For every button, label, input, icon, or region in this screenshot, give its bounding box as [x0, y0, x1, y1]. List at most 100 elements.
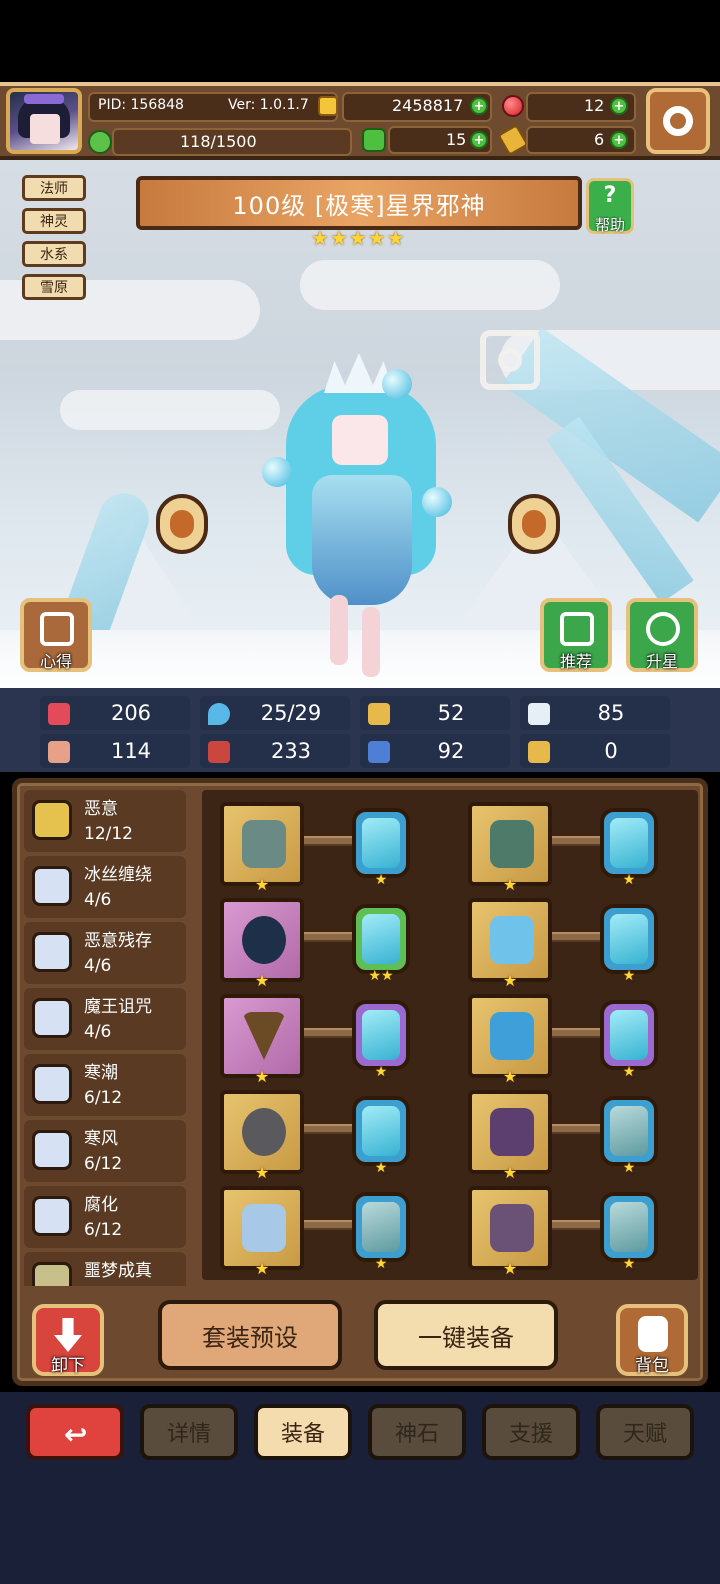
gem-slot[interactable]: ★	[352, 1000, 410, 1080]
tag-terrain: 雪原	[22, 274, 86, 300]
gold-coin-icon	[318, 96, 338, 116]
red-gem-icon	[502, 95, 524, 117]
hero-sprite[interactable]	[262, 345, 462, 677]
equip-slot-ring[interactable]: ★	[220, 1090, 304, 1182]
unequip-label: 卸下	[51, 1356, 85, 1376]
backpack-icon	[638, 1316, 668, 1352]
slot-link	[552, 932, 602, 942]
gem-slot[interactable]: ★	[600, 808, 658, 888]
key-add-button[interactable]: +	[610, 131, 628, 149]
equip-slot-belt[interactable]: ★	[468, 1090, 552, 1182]
help-label: 帮助	[594, 216, 625, 234]
horseshoe-icon	[528, 741, 550, 763]
question-icon: ?	[603, 183, 617, 208]
gold-add-button[interactable]: +	[470, 97, 488, 115]
heart-icon	[48, 703, 70, 725]
slot-link	[304, 1124, 354, 1134]
equip-slot-cloak[interactable]: ★	[468, 802, 552, 894]
gem-slot[interactable]: ★	[600, 1096, 658, 1176]
set-emblem-icon	[32, 932, 72, 972]
tab-god-stone[interactable]: 神石	[368, 1404, 466, 1460]
set-emblem-icon	[32, 866, 72, 906]
equip-slot-gloves[interactable]: ★	[468, 994, 552, 1086]
next-hero-button[interactable]	[508, 494, 560, 554]
red-gem-amount: 12	[584, 96, 605, 115]
slot-link	[304, 932, 354, 942]
set-bonus-list[interactable]: 恶意 12/12 冰丝缠绕 4/6 恶意残存 4/6 魔王诅咒 4/6 寒潮 6/12 寒…	[24, 790, 188, 1286]
gem-slot[interactable]: ★	[352, 1192, 410, 1272]
slot-link	[552, 1124, 602, 1134]
set-item[interactable]: 腐化 6/12	[24, 1186, 186, 1248]
notes-label: 心得	[39, 652, 72, 671]
shield-icon	[368, 703, 390, 725]
recommend-button[interactable]: 推荐	[540, 598, 612, 672]
tab-talent[interactable]: 天赋	[596, 1404, 694, 1460]
star-icon: ★	[386, 226, 405, 250]
equip-slot-staff[interactable]: ★	[220, 802, 304, 894]
equip-slot-necklace[interactable]: ★	[220, 994, 304, 1086]
red-gem-add-button[interactable]: +	[610, 97, 628, 115]
set-item[interactable]: 冰丝缠绕 4/6	[24, 856, 186, 918]
tag-race: 神灵	[22, 208, 86, 234]
set-emblem-icon	[32, 1262, 72, 1286]
set-item[interactable]: 噩梦成真	[24, 1252, 186, 1286]
key-amount: 6	[594, 130, 605, 149]
equip-slot-boots[interactable]: ★	[468, 1186, 552, 1278]
star-icon: ★	[367, 226, 386, 250]
necklace-icon	[242, 1012, 286, 1060]
robe-icon	[490, 916, 534, 964]
set-emblem-icon	[32, 1196, 72, 1236]
gem-slot[interactable]: ★	[352, 808, 410, 888]
help-button[interactable]: ? 帮助	[586, 178, 634, 234]
fist-icon	[48, 741, 70, 763]
tag-element: 水系	[22, 241, 86, 267]
equip-slot-orb[interactable]: ★	[220, 898, 304, 990]
back-button[interactable]: ↩	[26, 1404, 124, 1460]
notes-button[interactable]: 心得	[20, 598, 92, 672]
prev-hero-button[interactable]	[156, 494, 208, 554]
auto-equip-button[interactable]: 一键装备	[374, 1300, 558, 1370]
clover-add-button[interactable]: +	[470, 131, 488, 149]
gem-slot[interactable]: ★	[600, 904, 658, 984]
gem-slot[interactable]: ★	[352, 1096, 410, 1176]
gem-slot[interactable]: ★	[600, 1192, 658, 1272]
gloves-icon	[490, 1012, 534, 1060]
tab-equipment[interactable]: 装备	[254, 1404, 352, 1460]
bag-button[interactable]: 背包	[616, 1304, 688, 1376]
stat-luck: 0	[520, 734, 670, 768]
gem-slot[interactable]: ★	[600, 1000, 658, 1080]
stat-hp: 206	[40, 696, 190, 730]
star-icon: ★	[311, 226, 329, 250]
clover-amount: 15	[446, 130, 467, 149]
set-item[interactable]: 恶意 12/12	[24, 790, 186, 852]
gold-amount: 2458817	[392, 96, 464, 115]
stat-attack: 114	[40, 734, 190, 768]
version-text: Ver: 1.0.1.7	[228, 97, 309, 113]
stat-speed: 92	[360, 734, 510, 768]
player-avatar[interactable]	[6, 88, 82, 154]
tab-support[interactable]: 支援	[482, 1404, 580, 1460]
unequip-button[interactable]: 卸下	[32, 1304, 104, 1376]
set-item[interactable]: 寒潮 6/12	[24, 1054, 186, 1116]
preset-button[interactable]: 套装预设	[158, 1300, 342, 1370]
tab-details[interactable]: 详情	[140, 1404, 238, 1460]
equip-slot-helm[interactable]: ★	[220, 1186, 304, 1278]
tag-class: 法师	[22, 175, 86, 201]
star-outline-icon	[646, 612, 680, 646]
recommend-label: 推荐	[559, 652, 592, 671]
stat-mana: 25/29	[200, 696, 350, 730]
star-up-button[interactable]: 升星	[626, 598, 698, 672]
set-emblem-icon	[32, 1130, 72, 1170]
energy-value: 118/1500	[180, 132, 257, 151]
set-item[interactable]: 魔王诅咒 4/6	[24, 988, 186, 1050]
back-arrow-icon: ↩	[64, 1418, 88, 1451]
settings-button[interactable]	[646, 88, 710, 154]
equip-slot-robe[interactable]: ★	[468, 898, 552, 990]
set-item[interactable]: 寒风 6/12	[24, 1120, 186, 1182]
stat-defense: 52	[360, 696, 510, 730]
pid-text: PID: 156848	[98, 97, 184, 113]
gem-slot[interactable]: ★★	[352, 904, 410, 984]
boot-icon	[368, 741, 390, 763]
set-item[interactable]: 恶意残存 4/6	[24, 922, 186, 984]
target-icon[interactable]	[480, 330, 540, 390]
